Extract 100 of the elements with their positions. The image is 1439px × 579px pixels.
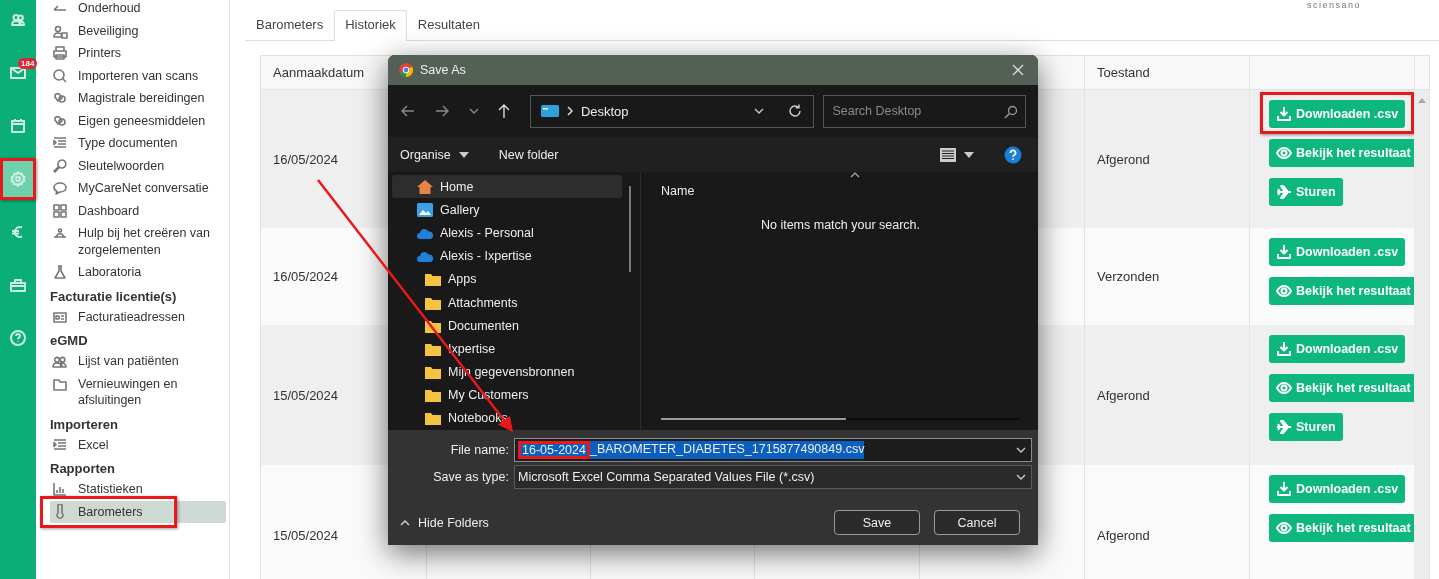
printer-icon [52, 45, 68, 61]
horizontal-scrollbar[interactable] [661, 418, 1020, 420]
highlight-frame [0, 158, 36, 200]
menu-item[interactable]: Type documenten [50, 132, 226, 155]
column-header[interactable]: Name [661, 184, 695, 198]
arrow-icon [52, 5, 68, 11]
grid-icon [52, 202, 68, 219]
gear-icon [9, 170, 27, 188]
eye-icon [1276, 145, 1292, 161]
folder-tree-item[interactable]: Ixpertise [392, 337, 622, 361]
folder-tree-item[interactable]: Attachments [392, 290, 622, 315]
plane-icon [1276, 184, 1292, 200]
envelope-icon [9, 64, 27, 82]
section-heading: Rapporten [50, 461, 116, 476]
menu-item[interactable]: Excel [50, 433, 226, 456]
date-cell: 16/05/2024 [273, 269, 339, 284]
status-cell: Verzonden [1097, 269, 1160, 284]
scrollbar-thumb[interactable] [629, 186, 631, 272]
menu-item[interactable]: Statistieken [50, 478, 226, 501]
users-icon [9, 11, 27, 29]
back-arrow-icon[interactable] [400, 103, 416, 119]
folder-tree-item[interactable]: Apps [392, 267, 622, 291]
browser-logo-icon [398, 62, 414, 78]
refresh-icon [787, 103, 804, 119]
menu-item[interactable]: Vernieuwingen en afsluitingen [50, 372, 226, 412]
chevron-down-icon[interactable] [467, 107, 480, 115]
column-header: Toestand [1085, 56, 1250, 89]
list-view-icon [940, 147, 956, 162]
menu-item[interactable]: Sleutelwoorden [50, 154, 226, 177]
sort-caret-icon [850, 172, 860, 178]
field-label: Save as type: [432, 470, 509, 484]
indent-list-icon [52, 135, 68, 151]
section-heading: eGMD [50, 333, 89, 348]
folder-tree-item[interactable]: Alexis - Personal [392, 221, 622, 245]
new-folder-button[interactable]: New folder [498, 147, 559, 162]
save-button[interactable]: Save [834, 510, 920, 535]
forward-arrow-icon[interactable] [433, 103, 450, 119]
menu-item[interactable]: Eigen geneesmiddelen [50, 109, 226, 132]
scrollbar[interactable] [1414, 90, 1429, 579]
folder-tree-item[interactable]: Documenten [392, 314, 622, 338]
menu-item[interactable]: Laboratoria [50, 261, 226, 284]
folder-tree-item[interactable]: Alexis - Ixpertise [392, 244, 622, 268]
hands-icon [52, 225, 68, 241]
plane-icon [1276, 419, 1292, 435]
search-icon [52, 67, 68, 84]
toolbox-icon [9, 276, 27, 294]
caret-up-icon [400, 519, 410, 526]
status-cell: Afgerond [1097, 151, 1150, 167]
organise-menu-button[interactable]: Organise [400, 147, 469, 162]
tab[interactable]: Historiek [334, 10, 407, 41]
close-icon [1012, 64, 1024, 76]
folder-tree-item[interactable]: Gallery [392, 198, 622, 222]
notification-count: 184 [18, 58, 38, 69]
view-options-button[interactable] [940, 147, 974, 162]
scroll-up-caret-icon[interactable] [1417, 98, 1426, 103]
tab[interactable]: Resultaten [406, 10, 491, 40]
monitor-icon [540, 105, 559, 117]
menu-item[interactable]: Printers [50, 42, 226, 65]
menu-item[interactable]: Importeren van scans [50, 64, 226, 87]
bar-chart-icon [52, 481, 68, 497]
caret-down-icon [458, 151, 469, 158]
eye-icon [1276, 283, 1292, 299]
cancel-button[interactable]: Cancel [934, 510, 1020, 535]
download-icon [1276, 481, 1292, 497]
status-cell: Afgerond [1097, 387, 1150, 403]
flask-icon [52, 264, 68, 280]
menu-item[interactable]: Dashboard [50, 199, 226, 222]
chevron-down-icon [753, 107, 766, 115]
menu-item[interactable]: Hulp bij het creëren van zorgelementen [50, 222, 226, 261]
menu-item[interactable]: Beveiliging [50, 19, 226, 42]
folder-tree-item[interactable]: Home [392, 175, 622, 199]
menu-item[interactable]: Onderhoud [50, 0, 226, 20]
eye-icon [1276, 520, 1292, 536]
chevron-down-icon [1015, 446, 1027, 454]
file-type-dropdown[interactable]: Microsoft Excel Comma Separated Values File (*.csv) [514, 465, 1032, 489]
key-icon [52, 157, 68, 174]
menu-item[interactable]: Magistrale bereidingen [50, 87, 226, 110]
search-field[interactable]: Search Desktop [823, 94, 1026, 128]
date-cell: 15/05/2024 [273, 387, 339, 403]
address-bar[interactable]: Desktop [529, 94, 815, 128]
chevron-down-icon [1015, 473, 1027, 481]
menu-item[interactable]: Barometers [50, 500, 226, 523]
help-icon[interactable] [1004, 145, 1022, 164]
tab[interactable]: Barometers [245, 10, 335, 40]
logo-text: sciensano [1306, 0, 1361, 10]
highlight-frame [518, 441, 590, 459]
menu-item[interactable]: Lijst van patiënten [50, 350, 226, 373]
indent-list-icon [52, 436, 68, 453]
help-icon [9, 329, 27, 347]
status-cell: Afgerond [1097, 527, 1150, 543]
folder-icon [424, 364, 442, 381]
menu-item[interactable]: MyCareNet conversatie [50, 177, 226, 200]
menu-item[interactable]: Facturatieadressen [50, 305, 226, 328]
download-icon [1276, 244, 1292, 260]
caret-down-icon [964, 151, 974, 158]
folder-icon [424, 410, 442, 427]
calendar-icon [9, 117, 27, 135]
field-label: File name: [449, 443, 509, 457]
section-heading: Facturatie licentie(s) [50, 288, 178, 304]
hide-folders-button[interactable]: Hide Folders [400, 515, 489, 530]
